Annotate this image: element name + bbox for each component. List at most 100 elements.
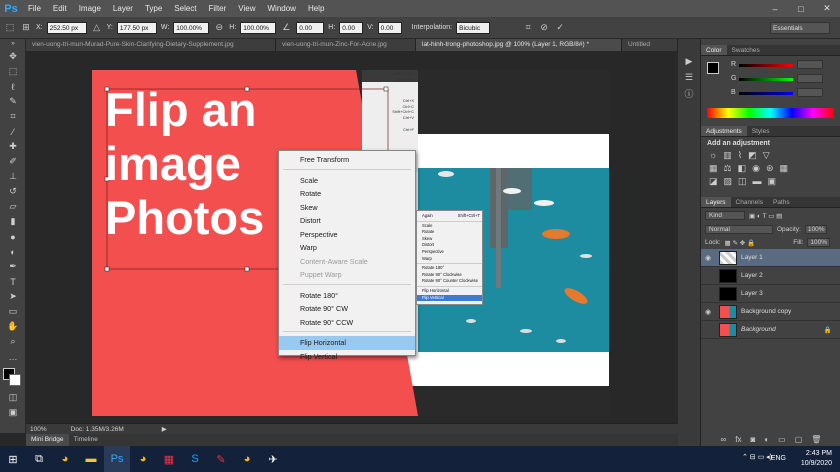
healing-tool-icon[interactable]: ✚ <box>0 139 26 154</box>
tab-mini-bridge[interactable]: Mini Bridge <box>26 434 69 446</box>
tab-doc-1[interactable]: vien-uong-tri-mun-Murad-Pure-Skin-Clarif… <box>26 39 276 51</box>
link-icon[interactable]: ⊖ <box>213 22 225 34</box>
fill-field[interactable]: 100% <box>807 238 830 247</box>
info-panel-icon[interactable]: ⓘ <box>678 85 700 101</box>
tab-doc-2[interactable]: vien-uong-tri-mun-Zinc-For-Acne.jpg <box>276 39 416 51</box>
brightness-icon[interactable]: ☼ <box>709 150 717 161</box>
adjustment-layer-icon[interactable]: ◐ <box>764 435 769 444</box>
height-field[interactable]: 100.00% <box>240 21 277 34</box>
system-clock[interactable]: 2:43 PM 10/9/2020 <box>801 449 832 469</box>
tab-swatches[interactable]: Swatches <box>727 45 765 55</box>
collapse-icon[interactable]: » <box>0 39 26 49</box>
menu-type[interactable]: Type <box>139 4 168 13</box>
menu-rotate[interactable]: Rotate <box>279 187 415 201</box>
skype-icon[interactable]: S <box>182 446 208 472</box>
eraser-tool-icon[interactable]: ▱ <box>0 199 26 214</box>
color-balance-icon[interactable]: ⚖ <box>724 163 732 174</box>
exposure-icon[interactable]: ◩ <box>748 150 757 161</box>
screen-mode-icon[interactable]: ▣ <box>0 405 26 420</box>
brush-tool-icon[interactable]: ✐ <box>0 154 26 169</box>
close-button[interactable]: ✕ <box>814 0 840 17</box>
tab-styles[interactable]: Styles <box>747 126 775 136</box>
foreground-color-swatch[interactable] <box>707 62 719 74</box>
menu-free-transform[interactable]: Free Transform <box>279 153 415 167</box>
new-layer-icon[interactable]: ▢ <box>795 435 803 444</box>
v-skew-field[interactable]: 0.00 <box>377 21 402 34</box>
menu-perspective[interactable]: Perspective <box>279 228 415 242</box>
zoom-tool-icon[interactable]: ⌕ <box>0 334 26 349</box>
menu-warp[interactable]: Warp <box>279 241 415 255</box>
fx-icon[interactable]: fx <box>735 435 741 444</box>
blue-value-field[interactable] <box>797 88 823 97</box>
menu-skew[interactable]: Skew <box>279 201 415 215</box>
quick-select-tool-icon[interactable]: ✎ <box>0 94 26 109</box>
green-value-field[interactable] <box>797 74 823 83</box>
menu-flip-vertical[interactable]: Flip Vertical <box>279 350 415 364</box>
dodge-tool-icon[interactable]: ◐ <box>0 244 26 259</box>
tray-icons[interactable]: ⌃ ⊟ ▭ ◂) <box>742 453 772 461</box>
h-skew-field[interactable]: 0.00 <box>339 21 364 34</box>
hand-tool-icon[interactable]: ✋ <box>0 319 26 334</box>
commit-check-icon[interactable]: ✓ <box>554 22 566 34</box>
tab-timeline[interactable]: Timeline <box>69 434 103 446</box>
threshold-icon[interactable]: ◫ <box>738 176 747 187</box>
menu-image[interactable]: Image <box>73 4 107 13</box>
cancel-icon[interactable]: ⊘ <box>538 22 550 34</box>
lock-icons[interactable]: ▦ ✎ ✥ 🔒 <box>725 239 756 247</box>
color-swatches[interactable] <box>0 364 25 390</box>
menu-rotate-90-ccw[interactable]: Rotate 90° CCW <box>279 316 415 330</box>
menu-distort[interactable]: Distort <box>279 214 415 228</box>
stamp-tool-icon[interactable]: ⊥ <box>0 169 26 184</box>
interp-select[interactable]: Bicubic <box>456 21 491 34</box>
blur-tool-icon[interactable]: ● <box>0 229 26 244</box>
history-brush-icon[interactable]: ↺ <box>0 184 26 199</box>
warp-icon[interactable]: ⌗ <box>522 22 534 34</box>
red-value-field[interactable] <box>797 60 823 69</box>
menu-flip-horizontal[interactable]: Flip Horizontal <box>279 336 415 350</box>
photo-filter-icon[interactable]: ◉ <box>752 163 760 174</box>
tab-color[interactable]: Color <box>701 45 727 55</box>
menu-scale[interactable]: Scale <box>279 174 415 188</box>
group-icon[interactable]: ▭ <box>778 435 786 444</box>
shape-tool-icon[interactable]: ▭ <box>0 304 26 319</box>
triangle-icon[interactable]: △ <box>91 22 103 34</box>
vibrance-icon[interactable]: ▽ <box>763 150 770 161</box>
eye-icon[interactable]: ◉ <box>701 254 715 262</box>
channel-mixer-icon[interactable]: ⊛ <box>766 163 774 174</box>
curves-icon[interactable]: ⌇ <box>738 150 742 161</box>
reference-point-icon[interactable]: ⊞ <box>20 22 32 34</box>
photoshop-taskbar-icon[interactable]: Ps <box>104 446 130 472</box>
tab-adjustments[interactable]: Adjustments <box>701 126 747 136</box>
tab-layers[interactable]: Layers <box>701 197 731 207</box>
invert-icon[interactable]: ◪ <box>709 176 718 187</box>
notes-icon[interactable]: ✎ <box>208 446 234 472</box>
layer-row[interactable]: Layer 2 <box>701 267 840 285</box>
mask-icon[interactable]: ◙ <box>750 435 755 444</box>
filter-icons[interactable]: ▣ ◐ T ▭ ▤ <box>749 212 782 220</box>
gradient-tool-icon[interactable]: ▮ <box>0 214 26 229</box>
crop-tool-icon[interactable]: ⌗ <box>0 109 26 124</box>
tab-paths[interactable]: Paths <box>768 197 795 207</box>
pen-tool-icon[interactable]: ✒ <box>0 259 26 274</box>
layer-row[interactable]: ◉ Background copy <box>701 303 840 321</box>
layer-row[interactable]: Background 🔒 <box>701 321 840 339</box>
hue-icon[interactable]: ▦ <box>709 163 718 174</box>
maximize-button[interactable]: □ <box>788 0 814 17</box>
width-field[interactable]: 100.00% <box>173 21 210 34</box>
type-tool-icon[interactable]: T <box>0 274 26 289</box>
status-arrow-icon[interactable]: ▶ <box>162 425 167 433</box>
tab-doc-untitled[interactable]: Untitled <box>622 39 678 51</box>
eye-icon[interactable]: ◉ <box>701 308 715 316</box>
minimize-button[interactable]: – <box>762 0 788 17</box>
chrome-icon-2[interactable]: ◕ <box>234 446 260 472</box>
task-view-icon[interactable]: ⧉ <box>26 446 52 472</box>
color-spectrum[interactable] <box>707 108 834 118</box>
filter-kind-select[interactable]: Kind <box>705 211 745 220</box>
menu-layer[interactable]: Layer <box>107 4 139 13</box>
windows-start-icon[interactable]: ⊞ <box>0 446 26 472</box>
history-panel-icon[interactable]: ▶ <box>678 53 700 69</box>
blend-mode-select[interactable]: Normal <box>705 225 773 234</box>
file-explorer-icon[interactable]: ▬ <box>78 446 104 472</box>
path-select-tool-icon[interactable]: ➤ <box>0 289 26 304</box>
opacity-field[interactable]: 100% <box>804 225 828 234</box>
